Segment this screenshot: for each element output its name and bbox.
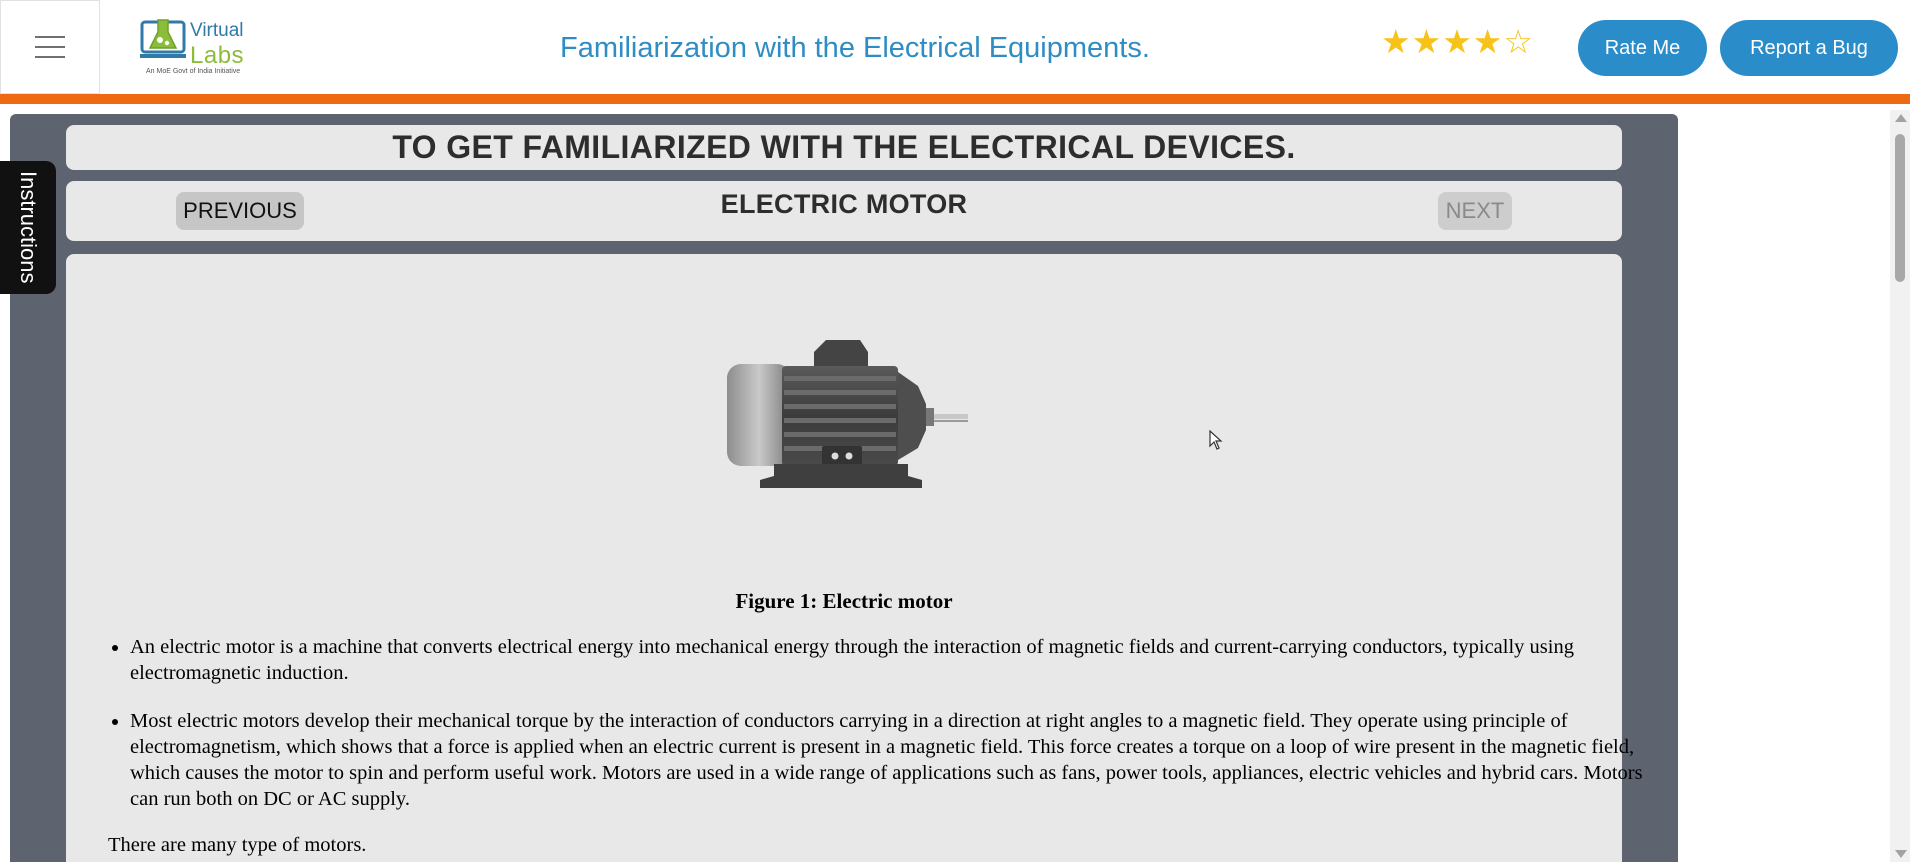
star-filled-icon[interactable]: ★ — [1381, 24, 1411, 60]
star-filled-icon[interactable]: ★ — [1412, 24, 1442, 60]
report-bug-button[interactable]: Report a Bug — [1720, 20, 1898, 76]
description-text: An electric motor is a machine that conv… — [108, 634, 1656, 858]
next-button[interactable]: NEXT — [1438, 192, 1512, 230]
header-divider-bar — [0, 94, 1910, 104]
logo-flask-icon — [140, 19, 186, 58]
instructions-tab[interactable]: Instructions — [0, 161, 56, 294]
top-header: Virtual Labs An MoE Govt of India Initia… — [0, 0, 1910, 94]
instructions-label: Instructions — [16, 171, 41, 284]
scroll-down-arrow-icon[interactable] — [1895, 850, 1907, 858]
experiment-title: Familiarization with the Electrical Equi… — [560, 32, 1150, 64]
rating-stars[interactable]: ★ ★ ★ ★ ☆ — [1381, 24, 1533, 60]
logo-text-labs: Labs — [190, 42, 245, 69]
heading-panel: TO GET FAMILIARIZED WITH THE ELECTRICAL … — [66, 125, 1622, 170]
scroll-thumb[interactable] — [1895, 134, 1905, 282]
figure-caption: Figure 1: Electric motor — [735, 589, 953, 613]
logo-subtitle: An MoE Govt of India Initiative — [146, 68, 241, 75]
list-item: Most electric motors develop their mecha… — [130, 708, 1656, 812]
motor-types-text: There are many type of motors. — [108, 834, 367, 856]
content-panel: Figure 1: Electric motor An electric mot… — [66, 254, 1643, 862]
virtual-labs-logo[interactable]: Virtual Labs An MoE Govt of India Initia… — [138, 14, 250, 78]
rate-me-button[interactable]: Rate Me — [1578, 20, 1707, 76]
hamburger-menu-button[interactable] — [0, 0, 100, 94]
device-nav-panel: PREVIOUS ELECTRIC MOTOR NEXT — [66, 181, 1622, 241]
description-list: An electric motor is a machine that conv… — [108, 634, 1656, 812]
star-filled-icon[interactable]: ★ — [1442, 24, 1472, 60]
logo-text-virtual: Virtual — [190, 20, 244, 41]
scroll-up-arrow-icon[interactable] — [1895, 114, 1907, 122]
page-scrollbar[interactable] — [1890, 110, 1910, 862]
list-item: An electric motor is a machine that conv… — [130, 634, 1656, 686]
mouse-cursor-icon — [1209, 430, 1223, 450]
star-empty-icon[interactable]: ☆ — [1503, 24, 1533, 60]
hamburger-menu-icon — [35, 36, 65, 58]
star-filled-icon[interactable]: ★ — [1473, 24, 1503, 60]
electric-motor-image — [727, 340, 968, 488]
page-title: TO GET FAMILIARIZED WITH THE ELECTRICAL … — [392, 129, 1296, 165]
